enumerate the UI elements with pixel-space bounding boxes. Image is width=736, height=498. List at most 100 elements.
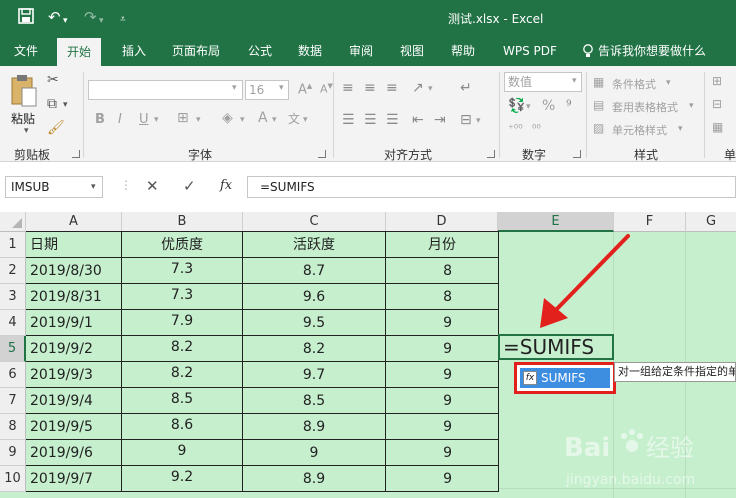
bold-button[interactable]: B [95, 112, 105, 127]
row-header[interactable]: 10 [0, 466, 26, 492]
cancel-entry-icon[interactable]: ✕ [146, 177, 159, 195]
formula-input[interactable]: =SUMIFS [247, 176, 736, 198]
number-format-dropdown-icon[interactable]: ▾ [572, 76, 577, 86]
confirm-entry-icon[interactable]: ✓ [183, 177, 196, 195]
font-launcher-icon[interactable] [318, 150, 326, 158]
data-cell[interactable]: 7.3 [122, 284, 243, 310]
data-cell[interactable]: 8 [386, 284, 499, 310]
orientation-dropdown-icon[interactable]: ▾ [428, 84, 433, 94]
delete-cells-icon[interactable]: ⊟ [712, 97, 722, 111]
tab-view[interactable]: 视图 [396, 36, 428, 66]
format-painter-icon[interactable]: 🖌 [47, 120, 65, 136]
data-cell[interactable]: 9 [386, 362, 499, 388]
number-format-select[interactable]: 数值 [504, 72, 582, 92]
cut-icon[interactable]: ✂ [47, 72, 59, 88]
insert-function-button[interactable]: fx [220, 178, 232, 193]
paste-label[interactable]: 粘贴 [11, 110, 35, 127]
tab-wps-pdf[interactable]: WPS PDF [499, 36, 561, 66]
table-format-icon[interactable]: ▤ [593, 98, 604, 112]
cell-style-button[interactable]: 单元格样式 [612, 122, 667, 138]
top-align-icon[interactable]: ≡ [342, 80, 354, 96]
tab-home[interactable]: 开始 [57, 38, 102, 66]
save-icon[interactable] [18, 8, 34, 28]
tab-insert[interactable]: 插入 [118, 36, 150, 66]
data-cell[interactable]: 9 [386, 310, 499, 336]
cell-style-icon[interactable]: ▨ [593, 121, 604, 135]
row-header[interactable]: 7 [0, 388, 26, 414]
data-cell[interactable]: 8.2 [243, 336, 386, 362]
data-cell[interactable]: 2019/9/7 [26, 466, 122, 492]
data-cell[interactable]: 2019/8/31 [26, 284, 122, 310]
increase-indent-icon[interactable]: ⇥ [434, 112, 446, 128]
cell-style-dropdown-icon[interactable]: ▾ [678, 124, 683, 134]
header-cell[interactable]: 活跃度 [243, 232, 386, 258]
comma-style-icon[interactable]: ⁹ [566, 98, 572, 114]
tab-file[interactable]: 文件 [10, 36, 42, 66]
data-cell[interactable]: 2019/9/5 [26, 414, 122, 440]
data-cell[interactable]: 9 [122, 440, 243, 466]
clipboard-launcher-icon[interactable] [72, 150, 80, 158]
decrease-decimal-icon[interactable]: ⁰⁰ [532, 122, 541, 135]
paste-icon[interactable] [10, 74, 38, 111]
data-cell[interactable]: 9 [386, 466, 499, 492]
data-cell[interactable]: 8.6 [122, 414, 243, 440]
table-format-button[interactable]: 套用表格格式 [612, 99, 678, 115]
tab-formulas[interactable]: 公式 [244, 36, 276, 66]
orientation-icon[interactable]: ↗ [412, 80, 424, 96]
data-cell[interactable]: 7.9 [122, 310, 243, 336]
font-name-select[interactable] [88, 80, 243, 100]
insert-cells-icon[interactable]: ⊞ [712, 74, 722, 88]
accounting-format-icon[interactable]: 💱 [508, 98, 525, 114]
table-format-dropdown-icon[interactable]: ▾ [689, 101, 694, 111]
alignment-launcher-icon[interactable] [487, 150, 495, 158]
data-cell[interactable]: 2019/9/4 [26, 388, 122, 414]
column-header[interactable]: D [386, 212, 498, 232]
merge-center-icon[interactable]: ⊟ [460, 112, 472, 128]
column-header[interactable]: B [122, 212, 243, 232]
row-header[interactable]: 9 [0, 440, 26, 466]
paste-dropdown-icon[interactable]: ▾ [24, 126, 29, 136]
phonetic-dropdown-icon[interactable]: ▾ [303, 115, 308, 125]
data-cell[interactable]: 8.9 [243, 466, 386, 492]
middle-align-icon[interactable]: ≡ [364, 80, 376, 96]
data-cell[interactable]: 8.5 [243, 388, 386, 414]
conditional-format-button[interactable]: 条件格式 [612, 76, 656, 92]
data-cell[interactable]: 8.2 [122, 362, 243, 388]
phonetic-icon[interactable]: 文 [288, 110, 300, 127]
data-cell[interactable]: 9 [243, 440, 386, 466]
wrap-text-icon[interactable]: ↵ [460, 80, 472, 96]
data-cell[interactable]: 9.7 [243, 362, 386, 388]
customize-quick-access-icon[interactable]: ⩡ [120, 11, 126, 29]
data-cell[interactable]: 8.7 [243, 258, 386, 284]
data-cell[interactable]: 2019/9/1 [26, 310, 122, 336]
redo-icon[interactable]: ↷ [84, 8, 97, 26]
percent-style-button[interactable]: % [542, 98, 555, 114]
name-box-dropdown-icon[interactable]: ▾ [91, 182, 96, 192]
tab-review[interactable]: 审阅 [345, 36, 377, 66]
data-cell[interactable]: 8.9 [243, 414, 386, 440]
data-cell[interactable]: 9 [386, 440, 499, 466]
data-cell[interactable]: 2019/9/3 [26, 362, 122, 388]
column-header[interactable]: G [686, 212, 736, 232]
row-header[interactable]: 2 [0, 258, 26, 284]
shrink-font-icon[interactable]: A▼ [320, 82, 333, 96]
function-autocomplete[interactable]: SUMIFS fx [514, 362, 616, 394]
accounting-dropdown-icon[interactable]: ▾ [526, 102, 531, 112]
data-cell[interactable]: 8.5 [122, 388, 243, 414]
align-left-icon[interactable]: ☰ [342, 112, 355, 128]
data-cell[interactable]: 9.2 [122, 466, 243, 492]
font-color-icon[interactable]: A [258, 110, 268, 126]
copy-icon[interactable]: ⧉ [47, 96, 57, 112]
select-all-corner[interactable] [0, 212, 26, 232]
tell-me-search[interactable]: 告诉我你想要做什么 [594, 36, 710, 66]
data-cell[interactable]: 9.5 [243, 310, 386, 336]
conditional-format-icon[interactable]: ▦ [593, 75, 604, 89]
data-cell[interactable]: 7.3 [122, 258, 243, 284]
border-dropdown-icon[interactable]: ▾ [196, 115, 201, 125]
align-center-icon[interactable]: ☰ [364, 112, 377, 128]
data-cell[interactable]: 8.2 [122, 336, 243, 362]
conditional-format-dropdown-icon[interactable]: ▾ [666, 78, 671, 88]
row-header-selected[interactable]: 5 [0, 336, 26, 362]
data-cell[interactable]: 8 [386, 258, 499, 284]
column-header[interactable]: C [243, 212, 386, 232]
